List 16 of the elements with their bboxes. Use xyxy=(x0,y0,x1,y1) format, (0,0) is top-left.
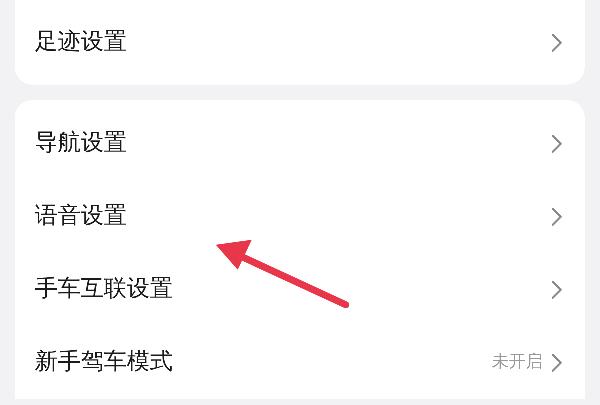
settings-row[interactable]: 足迹设置 xyxy=(15,6,585,79)
row-label: 导航设置 xyxy=(35,129,128,158)
row-value: 未开启 xyxy=(492,350,543,374)
row-label: 足迹设置 xyxy=(35,28,128,58)
row-label: 新手驾车模式 xyxy=(35,348,174,378)
settings-row[interactable]: 新手驾车模式 未开启 xyxy=(15,326,585,399)
settings-row[interactable]: 导航设置 xyxy=(15,107,585,180)
row-label: 语音设置 xyxy=(35,202,128,232)
chevron-icon xyxy=(551,206,563,226)
settings-row[interactable]: 手车互联设置 xyxy=(15,253,585,326)
row-label: 手车互联设置 xyxy=(35,275,174,304)
chevron-icon xyxy=(551,32,563,52)
settings-row[interactable]: 语音设置 xyxy=(15,180,585,253)
chevron-icon xyxy=(551,280,563,300)
chevron-icon xyxy=(551,134,563,154)
chevron-icon xyxy=(551,352,563,372)
